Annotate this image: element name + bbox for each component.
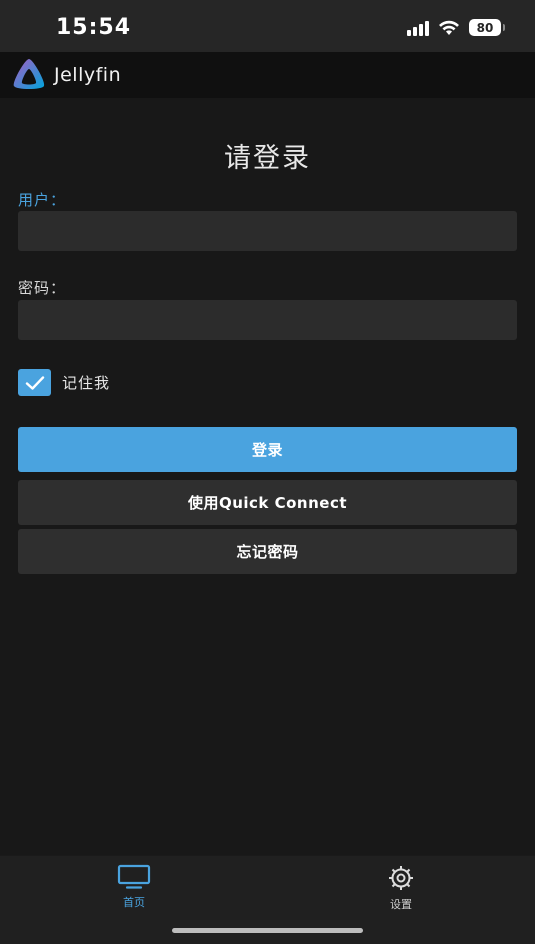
quick-connect-button[interactable]: 使用Quick Connect [18, 480, 517, 525]
remember-label: 记住我 [62, 374, 111, 392]
status-icons: 80 [407, 19, 505, 36]
remember-me[interactable]: 记住我 [18, 369, 110, 396]
status-time: 15:54 [56, 15, 132, 40]
battery-icon: 80 [469, 19, 505, 36]
battery-level: 80 [476, 20, 494, 35]
tab-home-label: 首页 [123, 896, 145, 909]
login-button[interactable]: 登录 [18, 427, 517, 472]
forgot-password-button[interactable]: 忘记密码 [18, 529, 517, 574]
tab-home[interactable]: 首页 [94, 864, 174, 910]
password-label: 密码： [18, 279, 67, 297]
checkmark-icon [25, 375, 44, 390]
username-input[interactable] [18, 211, 517, 251]
username-label: 用户： [18, 191, 67, 209]
jellyfin-logo[interactable] [10, 56, 48, 94]
remember-checkbox[interactable] [18, 369, 51, 396]
password-input[interactable] [18, 300, 517, 340]
signal-icon [407, 20, 429, 36]
home-indicator [172, 928, 363, 933]
tab-settings-label: 设置 [390, 898, 412, 911]
app-header: Jellyfin [0, 52, 535, 98]
wifi-icon [439, 20, 459, 35]
gear-icon [389, 866, 413, 890]
tv-icon [117, 864, 151, 889]
status-bar: 15:54 80 [0, 0, 535, 52]
tab-settings[interactable]: 设置 [361, 864, 441, 912]
app-name: Jellyfin [54, 64, 122, 86]
page-title: 请登录 [224, 143, 311, 174]
